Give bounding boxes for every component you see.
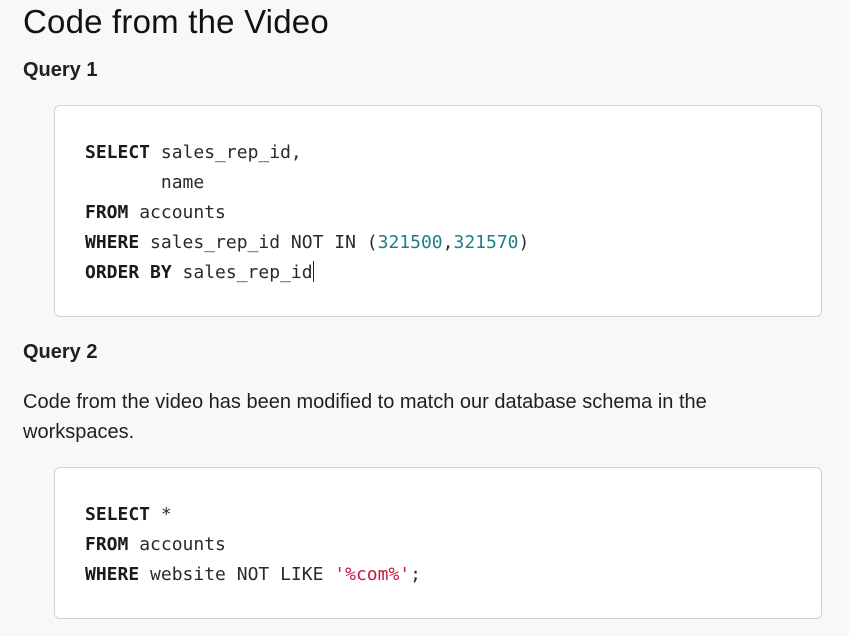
query-2-heading: Query 2 xyxy=(23,341,98,363)
sql-operator: NOT IN xyxy=(290,232,356,253)
query-1-code-lines: SELECT sales_rep_id, name FROM accounts WH… xyxy=(85,138,529,288)
sql-number: 321570 xyxy=(453,232,519,253)
code-line: SELECT sales_rep_id, xyxy=(85,138,529,168)
sql-text: sales_rep_id xyxy=(171,262,313,283)
sql-text: accounts xyxy=(128,202,226,223)
text-cursor xyxy=(312,261,314,282)
sql-text: website xyxy=(139,564,237,585)
sql-keyword: WHERE xyxy=(85,232,140,253)
sql-keyword: ORDER BY xyxy=(85,262,172,283)
query-1-heading: Query 1 xyxy=(23,59,98,81)
query-2-code-block[interactable]: SELECT * FROM accounts WHERE website NOT L… xyxy=(54,467,822,619)
sql-string: '%com%' xyxy=(334,564,411,585)
sql-text: * xyxy=(150,504,172,525)
sql-text: , xyxy=(442,232,454,253)
sql-operator: NOT LIKE xyxy=(236,564,324,585)
query-2-description: Code from the video has been modified to… xyxy=(23,391,707,443)
sql-keyword: SELECT xyxy=(85,504,151,525)
sql-keyword: WHERE xyxy=(85,564,140,585)
page-title: Code from the Video xyxy=(23,3,329,40)
sql-text: ; xyxy=(410,564,421,585)
sql-text: sales_rep_id xyxy=(139,232,291,253)
sql-number: 321500 xyxy=(377,232,443,253)
query-2-code-lines: SELECT * FROM accounts WHERE website NOT L… xyxy=(85,500,421,590)
sql-keyword: SELECT xyxy=(85,142,151,163)
sql-text: sales_rep_id, xyxy=(150,142,302,163)
code-line: SELECT * xyxy=(85,500,421,530)
sql-keyword: FROM xyxy=(85,534,129,555)
code-line: ORDER BY sales_rep_id xyxy=(85,258,529,288)
sql-text: accounts xyxy=(128,534,226,555)
code-line: FROM accounts xyxy=(85,198,529,228)
code-line: name xyxy=(85,168,529,198)
query-1-code-block[interactable]: SELECT sales_rep_id, name FROM accounts WH… xyxy=(54,105,822,317)
sql-text: name xyxy=(85,172,205,193)
code-line: FROM accounts xyxy=(85,530,421,560)
sql-text: ( xyxy=(355,232,378,253)
sql-text: ) xyxy=(518,232,530,253)
code-line: WHERE sales_rep_id NOT IN (321500,321570… xyxy=(85,228,529,258)
sql-keyword: FROM xyxy=(85,202,129,223)
code-line: WHERE website NOT LIKE '%com%'; xyxy=(85,560,421,590)
